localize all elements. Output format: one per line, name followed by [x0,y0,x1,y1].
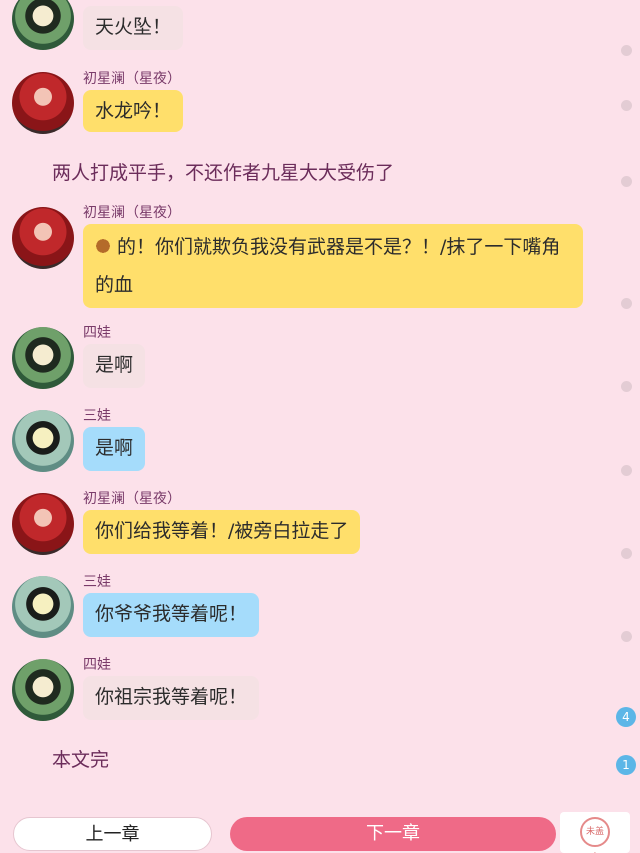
scroll-dot[interactable] [621,381,632,392]
sender-name: 四娃 [83,325,111,341]
sender-name: 初星澜（星夜） [83,491,181,507]
scroll-dot[interactable] [621,45,632,56]
avatar[interactable] [12,410,74,472]
avatar[interactable] [12,72,74,134]
chat-bubble: 你祖宗我等着呢！ [83,676,260,720]
scroll-dot[interactable] [621,548,632,559]
avatar[interactable] [12,207,74,269]
narration-text: 两人打成平手，不还作者九星大大受伤了 [52,162,395,184]
scroll-dot[interactable] [621,465,632,476]
sender-name: 初星澜（星夜） [83,71,181,87]
avatar[interactable] [12,0,74,50]
scroll-dot[interactable] [621,176,632,187]
chat-bubble: 你们给我等着！/被旁白拉走了 [83,510,361,554]
unread-badge[interactable]: 4 [616,707,636,727]
chat-bubble: 是啊 [83,344,146,388]
chat-bubble: 是啊 [83,427,146,471]
end-text: 本文完 [52,749,110,771]
chat-bubble: 的！你们就欺负我没有武器是不是？！/抹了一下嘴角 的血 [83,224,583,308]
sender-name: 初星澜（星夜） [83,205,181,221]
next-chapter-button[interactable]: 下一章 [230,817,556,851]
avatar[interactable] [12,327,74,389]
chat-text-line: 的！你们就欺负我没有武器是不是？！/抹了一下嘴角 [117,236,561,258]
sender-name: 三娃 [83,408,111,424]
avatar[interactable] [12,659,74,721]
stamp-seal-icon: 未盖章 [580,817,610,847]
chat-bubble: 你爷爷我等着呢！ [83,593,260,637]
prev-chapter-button[interactable]: 上一章 [13,817,212,851]
stamp-panel: 未盖章 [560,812,630,853]
avatar[interactable] [12,576,74,638]
avatar[interactable] [12,493,74,555]
chat-text-line: 的血 [95,274,134,296]
sender-name: 三娃 [83,574,111,590]
sender-name: 四娃 [83,657,111,673]
chat-bubble: 天火坠！ [83,6,184,50]
unread-badge[interactable]: 1 [616,755,636,775]
horse-emoji-icon [95,237,115,255]
scroll-dot[interactable] [621,631,632,642]
chat-bubble: 水龙吟！ [83,90,184,132]
scroll-dot[interactable] [621,100,632,111]
scroll-dot[interactable] [621,298,632,309]
